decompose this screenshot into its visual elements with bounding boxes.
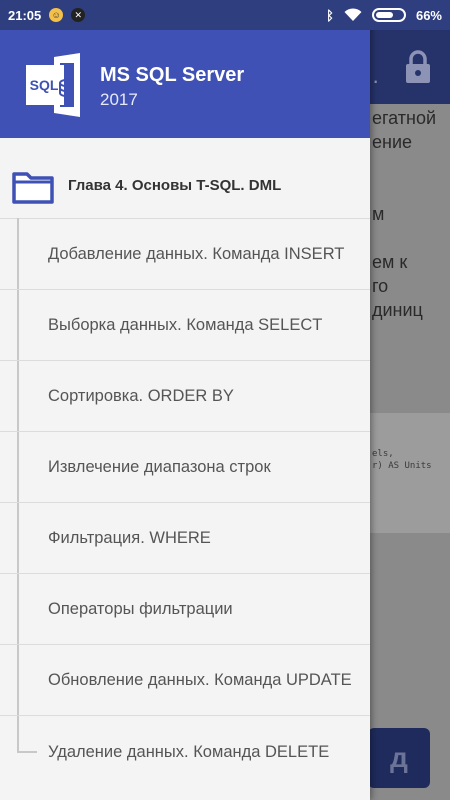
background-toolbar-dots: · xyxy=(372,68,380,93)
background-code-line: r) AS Units xyxy=(372,461,432,471)
app-version: 2017 xyxy=(100,90,138,109)
menu-item-label: Сортировка. ORDER BY xyxy=(48,387,234,405)
menu-item-row-range[interactable]: Извлечение диапазона строк xyxy=(0,432,370,503)
background-text-line: ение xyxy=(372,132,413,152)
background-text-line: ем к xyxy=(372,252,408,272)
battery-fill xyxy=(375,12,394,18)
background-action-button: д xyxy=(368,728,430,788)
menu-item-select[interactable]: Выборка данных. Команда SELECT xyxy=(0,290,370,361)
menu-item-label: Извлечение диапазона строк xyxy=(48,458,271,476)
navigation-drawer: SQL MS SQL Server 2017 Глава 4. Основы T… xyxy=(0,0,370,800)
background-text-line: диниц xyxy=(372,300,423,320)
notification-emoji-icon: ☺ xyxy=(49,8,64,22)
background-code-line: els, xyxy=(372,449,394,459)
sql-server-logo-icon: SQL xyxy=(26,53,80,117)
menu-item-label: Операторы фильтрации xyxy=(48,600,233,618)
status-time: 21:05 xyxy=(8,7,42,23)
menu-item-label: Выборка данных. Команда SELECT xyxy=(48,316,323,334)
wifi-icon xyxy=(344,8,362,21)
menu-item-label: Добавление данных. Команда INSERT xyxy=(48,245,345,263)
menu-item-filter-operators[interactable]: Операторы фильтрации xyxy=(0,574,370,645)
menu-item-label: Удаление данных. Команда DELETE xyxy=(48,742,330,761)
logo-text: SQL xyxy=(30,77,59,93)
status-right-group: ᛒ 66% xyxy=(326,0,442,30)
background-text-line: егатной xyxy=(372,108,437,128)
battery-icon xyxy=(371,8,406,22)
folder-icon xyxy=(12,172,54,204)
background-text-line: го xyxy=(372,276,389,296)
menu-item-delete[interactable]: Удаление данных. Команда DELETE xyxy=(0,716,370,787)
chapter-header[interactable]: Глава 4. Основы T-SQL. DML xyxy=(0,154,370,219)
notification-app-icon: ✕ xyxy=(71,8,86,22)
menu-item-update[interactable]: Обновление данных. Команда UPDATE xyxy=(0,645,370,716)
menu-item-label: Обновление данных. Команда UPDATE xyxy=(48,671,352,689)
background-article-text: егатной ение м ем к го диниц xyxy=(372,106,450,322)
chapter-title: Глава 4. Основы T-SQL. DML xyxy=(68,177,282,194)
lock-icon xyxy=(406,50,430,83)
menu-item-where[interactable]: Фильтрация. WHERE xyxy=(0,503,370,574)
background-text-line: м xyxy=(372,204,385,224)
menu-item-insert[interactable]: Добавление данных. Команда INSERT xyxy=(0,219,370,290)
status-bar: 21:05 ☺ ✕ ᛒ 66% xyxy=(0,0,450,30)
drawer-header: SQL MS SQL Server 2017 xyxy=(0,30,370,138)
menu-item-order-by[interactable]: Сортировка. ORDER BY xyxy=(0,361,370,432)
bluetooth-icon: ᛒ xyxy=(326,7,334,23)
battery-percent: 66% xyxy=(415,7,442,23)
menu-item-label: Фильтрация. WHERE xyxy=(48,529,211,547)
app-title: MS SQL Server xyxy=(100,64,245,86)
background-code-block: els, r) AS Units xyxy=(370,413,450,533)
